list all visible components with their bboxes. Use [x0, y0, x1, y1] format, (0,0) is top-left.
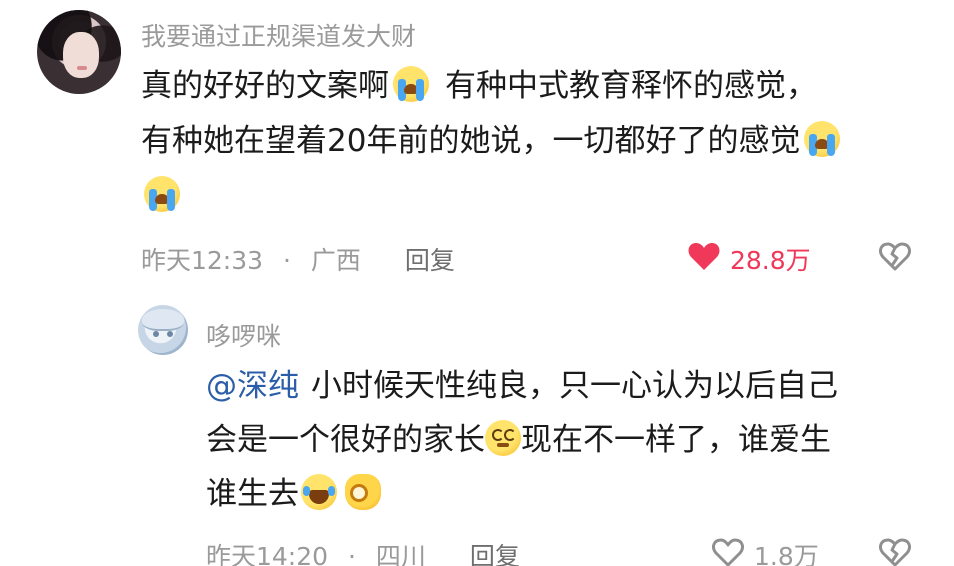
- avatar[interactable]: [138, 305, 188, 355]
- woozy-face-icon: [485, 420, 521, 456]
- reply-text-line-3: 谁生去: [206, 474, 381, 514]
- like-count: 28.8万: [730, 246, 811, 275]
- like-count: 1.8万: [754, 542, 819, 566]
- reply-button[interactable]: 回复: [405, 246, 455, 275]
- separator: ·: [348, 542, 356, 566]
- mention-link[interactable]: @深纯: [206, 368, 299, 404]
- reply-username[interactable]: 哆啰咪: [206, 317, 281, 353]
- reply-text: 小时候天性纯良，只一心认为以后自己: [311, 368, 838, 404]
- loudly-crying-face-icon: [144, 176, 180, 212]
- loudly-crying-face-icon: [393, 66, 429, 102]
- broken-heart-icon[interactable]: [878, 240, 912, 272]
- location: 四川: [375, 542, 426, 566]
- location: 广西: [310, 246, 361, 275]
- reply-button[interactable]: 回复: [470, 542, 520, 566]
- broken-heart-icon[interactable]: [878, 536, 912, 566]
- comment-username[interactable]: 我要通过正规渠道发大财: [141, 17, 416, 53]
- heart-icon[interactable]: [711, 536, 745, 566]
- reply-text-line-2: 会是一个很好的家长 现在不一样了，谁爱生: [206, 420, 831, 460]
- rolling-laughing-face-icon: [301, 474, 337, 510]
- heart-icon[interactable]: [687, 240, 721, 272]
- avatar[interactable]: [37, 10, 121, 94]
- timestamp: 昨天14:20: [206, 542, 329, 566]
- comment-text-line-2: 有种她在望着20年前的她说，一切都好了的感觉: [141, 121, 844, 161]
- comment-text: 真的好好的文案啊: [141, 68, 389, 104]
- reply-text: 现在不一样了，谁爱生: [521, 422, 831, 458]
- reply-meta: 昨天14:20 · 四川 回复: [206, 537, 520, 566]
- comment-text: 有种中式教育释怀的感觉，: [445, 68, 817, 104]
- reply-text: 谁生去: [206, 476, 299, 512]
- timestamp: 昨天12:33: [141, 246, 264, 275]
- ok-hand-icon: [345, 474, 381, 510]
- comment-meta: 昨天12:33 · 广西 回复: [141, 241, 455, 277]
- comment-text: 有种她在望着20年前的她说，一切都好了的感觉: [141, 123, 801, 159]
- comment-text-line-3: [141, 176, 184, 216]
- reply-text-line-1: @深纯 小时候天性纯良，只一心认为以后自己: [206, 366, 838, 406]
- reply-text: 会是一个很好的家长: [206, 422, 485, 458]
- separator: ·: [283, 246, 291, 275]
- comment-text-line-1: 真的好好的文案啊 有种中式教育释怀的感觉，: [141, 66, 817, 106]
- comment-thread: 我要通过正规渠道发大财 真的好好的文案啊 有种中式教育释怀的感觉， 有种她在望着2…: [0, 0, 954, 566]
- loudly-crying-face-icon: [804, 121, 841, 157]
